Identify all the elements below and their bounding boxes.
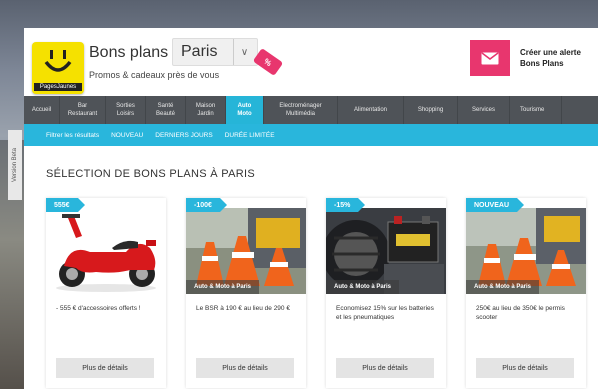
logo-text: PagesJaunes [34,83,82,91]
filter-bar: Filtrer les résultats NOUVEAU DERNIERS J… [24,124,598,146]
filter-label: Filtrer les résultats [46,131,100,139]
filter-duree-limitee[interactable]: DURÉE LIMITÉE [225,132,275,139]
deal-card[interactable]: -100€ Auto & Moto à Paris Le BSR à 190 €… [186,198,306,388]
city-value: Paris [181,43,218,60]
details-button[interactable]: Plus de détails [336,358,434,378]
nav-item-electromenager[interactable]: Electroménager Multimédia [264,96,338,124]
city-select[interactable]: Paris ∨ [172,38,258,66]
page-title: Bons plans à [89,44,182,61]
deal-card[interactable]: -15% Auto & Moto à Paris Economisez 15% … [326,198,446,388]
filter-derniers-jours[interactable]: DERNIERS JOURS [155,132,212,139]
filter-nouveau[interactable]: NOUVEAU [111,132,143,139]
chevron-down-icon[interactable]: ∨ [233,39,255,65]
nav-item-accueil[interactable]: Accueil [24,96,60,124]
nav-item-shopping[interactable]: Shopping [404,96,458,124]
header: PagesJaunes Bons plans à Paris ∨ % Promo… [24,28,598,98]
main-content: SÉLECTION DE BONS PLANS À PARIS 555€ - 5… [24,146,598,389]
deal-description: Economisez 15% sur les batteries et les … [336,305,434,321]
deal-description: 250€ au lieu de 350€ le permis scooter [476,305,565,321]
nav-item-tourisme[interactable]: Tourisme [510,96,562,124]
percent-tag-icon: % [252,47,284,77]
pagesjaunes-logo[interactable]: PagesJaunes [32,42,84,94]
deal-category: Auto & Moto à Paris [466,280,540,294]
deal-card[interactable]: NOUVEAU Auto & Moto à Paris 250€ au lieu… [466,198,586,388]
section-title: SÉLECTION DE BONS PLANS À PARIS [46,168,255,180]
deal-badge: NOUVEAU [466,198,525,212]
details-button[interactable]: Plus de détails [476,358,574,378]
nav-item-bar-restaurant[interactable]: Bar Restaurant [60,96,106,124]
nav-item-alimentation[interactable]: Alimentation [338,96,404,124]
nav-item-services[interactable]: Services [458,96,510,124]
details-button[interactable]: Plus de détails [196,358,294,378]
deal-category: Auto & Moto à Paris [326,280,400,294]
create-alert-label: Créer une alerte Bons Plans [520,48,581,68]
deal-badge: 555€ [46,198,85,212]
deal-card[interactable]: 555€ - 555 € d'accessoires offerts ! Plu… [46,198,166,388]
envelope-icon [470,40,510,76]
create-alert-button[interactable]: Créer une alerte Bons Plans [470,40,598,76]
smiley-icon [44,50,72,72]
deal-category: Auto & Moto à Paris [186,280,260,294]
deal-badge: -15% [326,198,366,212]
details-button[interactable]: Plus de détails [56,358,154,378]
category-nav: Accueil Bar Restaurant Sorties Loisirs San… [24,96,598,124]
nav-item-sorties-loisirs[interactable]: Sorties Loisirs [106,96,146,124]
nav-item-auto-moto[interactable]: Auto Moto [226,96,264,124]
nav-item-sante-beaute[interactable]: Santé Beauté [146,96,186,124]
version-beta-tab[interactable]: Version Beta [8,130,22,200]
deal-description: - 555 € d'accessoires offerts ! [56,305,141,312]
page-subtitle: Promos & cadeaux près de vous [89,70,220,80]
nav-item-maison-jardin[interactable]: Maison Jardin [186,96,226,124]
deal-image [46,208,166,294]
deal-badge: -100€ [186,198,227,212]
deal-description: Le BSR à 190 € au lieu de 290 € [196,305,290,312]
